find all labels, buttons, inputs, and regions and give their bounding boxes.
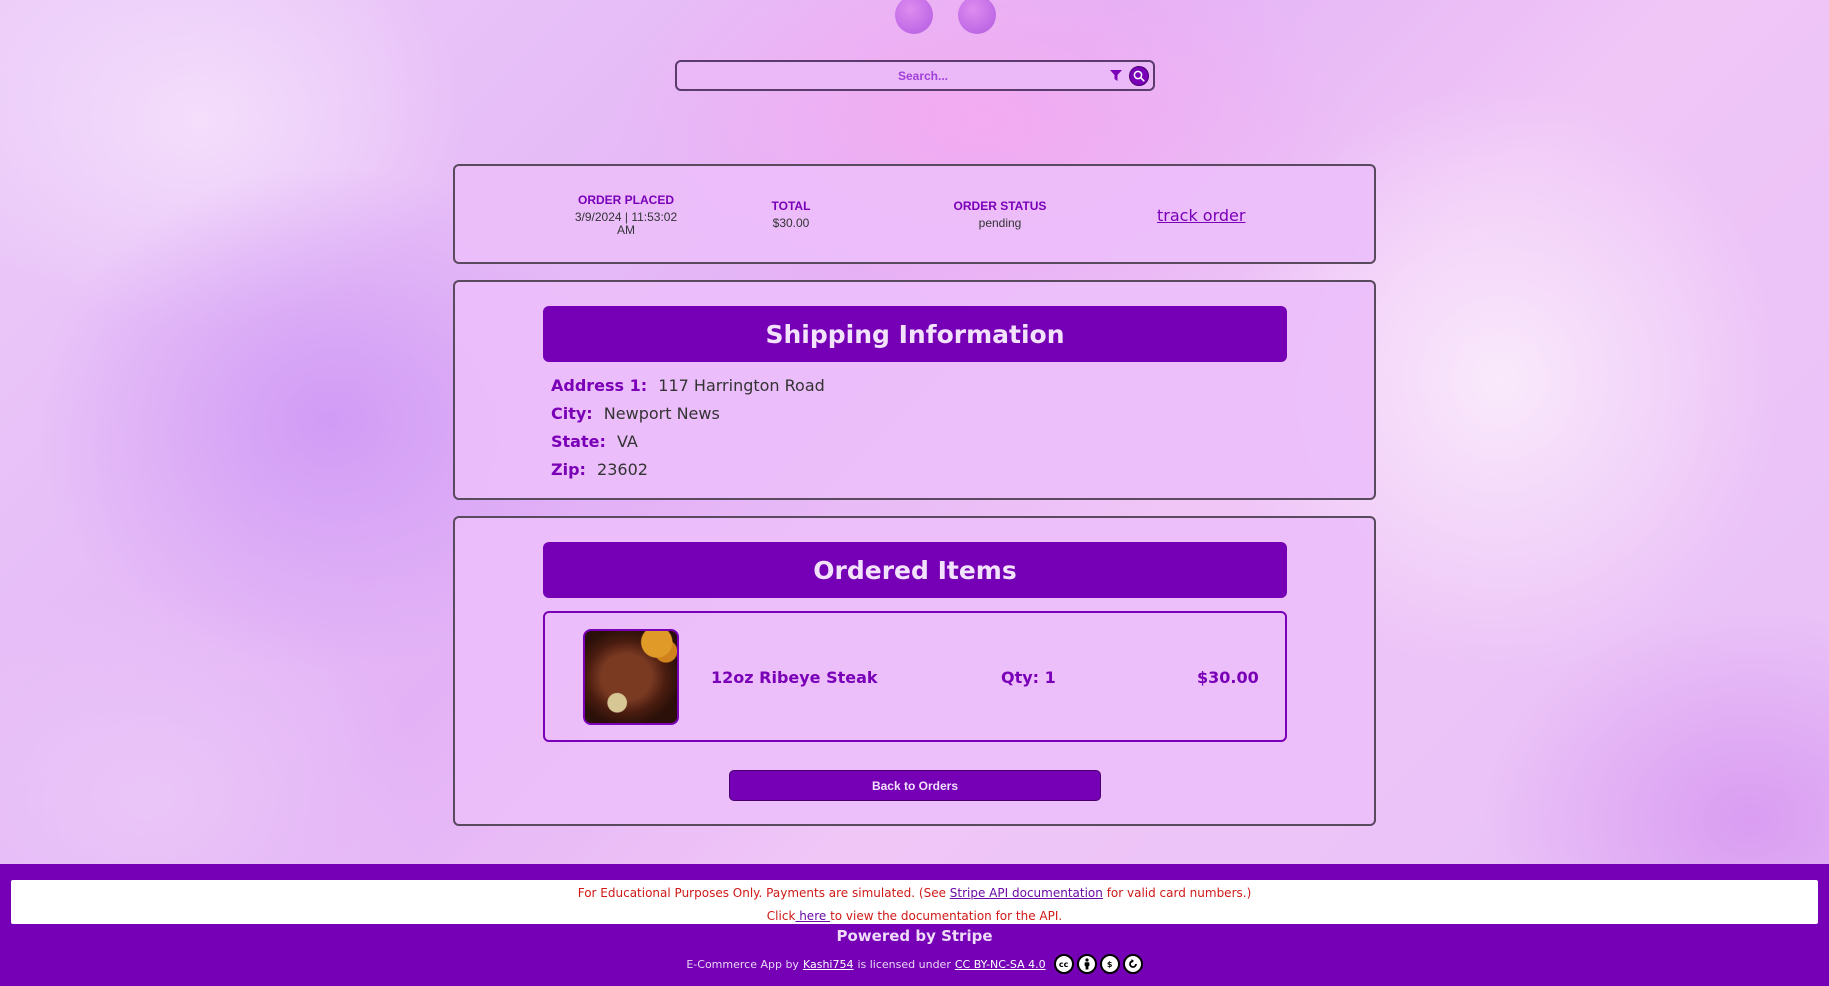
order-placed-value: 3/9/2024 | 11:53:02 AM	[574, 210, 678, 237]
search-button[interactable]	[1129, 65, 1149, 86]
order-status-label: ORDER STATUS	[953, 199, 1047, 213]
notice-text-post: for valid card numbers.)	[1102, 886, 1252, 900]
order-total: TOTAL $30.00	[751, 199, 831, 230]
shipping-row-zip: Zip: 23602	[551, 456, 825, 484]
shipping-row-city: City: Newport News	[551, 400, 825, 428]
license-line: E-Commerce App by Kashi754 is licensed u…	[0, 954, 1829, 974]
stripe-docs-link[interactable]: Stripe API documentation	[950, 886, 1103, 900]
footer: For Educational Purposes Only. Payments …	[0, 864, 1829, 986]
search-bar	[675, 60, 1155, 91]
shipping-details: Address 1: 117 Harrington Road City: New…	[551, 372, 825, 484]
shipping-title: Shipping Information	[543, 306, 1287, 362]
city-value: Newport News	[603, 404, 720, 423]
product-quantity: Qty: 1	[1001, 668, 1056, 687]
click-text: Click	[766, 909, 796, 923]
state-value: VA	[616, 432, 638, 451]
order-total-value: $30.00	[772, 216, 810, 230]
product-name[interactable]: 12oz Ribeye Steak	[711, 668, 878, 687]
license-link[interactable]: CC BY-NC-SA 4.0	[955, 958, 1046, 971]
list-item: 12oz Ribeye Steak Qty: 1 $30.00	[543, 611, 1287, 742]
track-order-link[interactable]: track order	[1157, 206, 1245, 225]
order-total-label: TOTAL	[771, 199, 811, 213]
ordered-items-card: Ordered Items 12oz Ribeye Steak Qty: 1 $…	[453, 516, 1376, 826]
order-status: ORDER STATUS pending	[940, 199, 1060, 230]
api-docs-link[interactable]: here	[795, 909, 830, 923]
product-price: $30.00	[1197, 668, 1259, 687]
ordered-items-title: Ordered Items	[543, 542, 1287, 598]
author-link[interactable]: Kashi754	[803, 958, 854, 971]
decorative-orb-left	[895, 0, 933, 34]
nc-icon: $	[1099, 954, 1120, 974]
powered-by-stripe: Powered by Stripe	[836, 927, 993, 945]
notice-text-pre: For Educational Purposes Only. Payments …	[577, 886, 950, 900]
filter-icon[interactable]	[1109, 69, 1123, 83]
notice-line-api: Click here to view the documentation for…	[11, 909, 1818, 923]
back-to-orders-button[interactable]: Back to Orders	[729, 770, 1101, 801]
license-text-pre: E-Commerce App by	[686, 957, 799, 971]
search-icon	[1133, 70, 1145, 82]
license-text-mid: is licensed under	[857, 957, 951, 971]
zip-value: 23602	[597, 460, 648, 479]
shipping-card: Shipping Information Address 1: 117 Harr…	[453, 280, 1376, 500]
order-placed: ORDER PLACED 3/9/2024 | 11:53:02 AM	[571, 193, 681, 237]
product-image[interactable]	[583, 629, 679, 725]
zip-label: Zip:	[551, 460, 586, 479]
sa-icon	[1122, 954, 1143, 974]
cc-icon: cc	[1053, 954, 1074, 974]
order-placed-label: ORDER PLACED	[577, 193, 674, 207]
state-label: State:	[551, 432, 606, 451]
click-text-post: to view the documentation for the API.	[830, 909, 1063, 923]
shipping-row-address: Address 1: 117 Harrington Road	[551, 372, 825, 400]
educational-notice: For Educational Purposes Only. Payments …	[11, 880, 1818, 924]
notice-line-payments: For Educational Purposes Only. Payments …	[11, 886, 1818, 900]
cc-icon-group: cc $	[1053, 954, 1143, 974]
decorative-orb-right	[958, 0, 996, 34]
shipping-row-state: State: VA	[551, 428, 825, 456]
search-input[interactable]	[677, 62, 1109, 89]
address-label: Address 1:	[551, 376, 648, 395]
order-summary-card: ORDER PLACED 3/9/2024 | 11:53:02 AM TOTA…	[453, 164, 1376, 264]
by-icon	[1076, 954, 1097, 974]
address-value: 117 Harrington Road	[658, 376, 825, 395]
city-label: City:	[551, 404, 593, 423]
order-status-value: pending	[978, 216, 1022, 230]
